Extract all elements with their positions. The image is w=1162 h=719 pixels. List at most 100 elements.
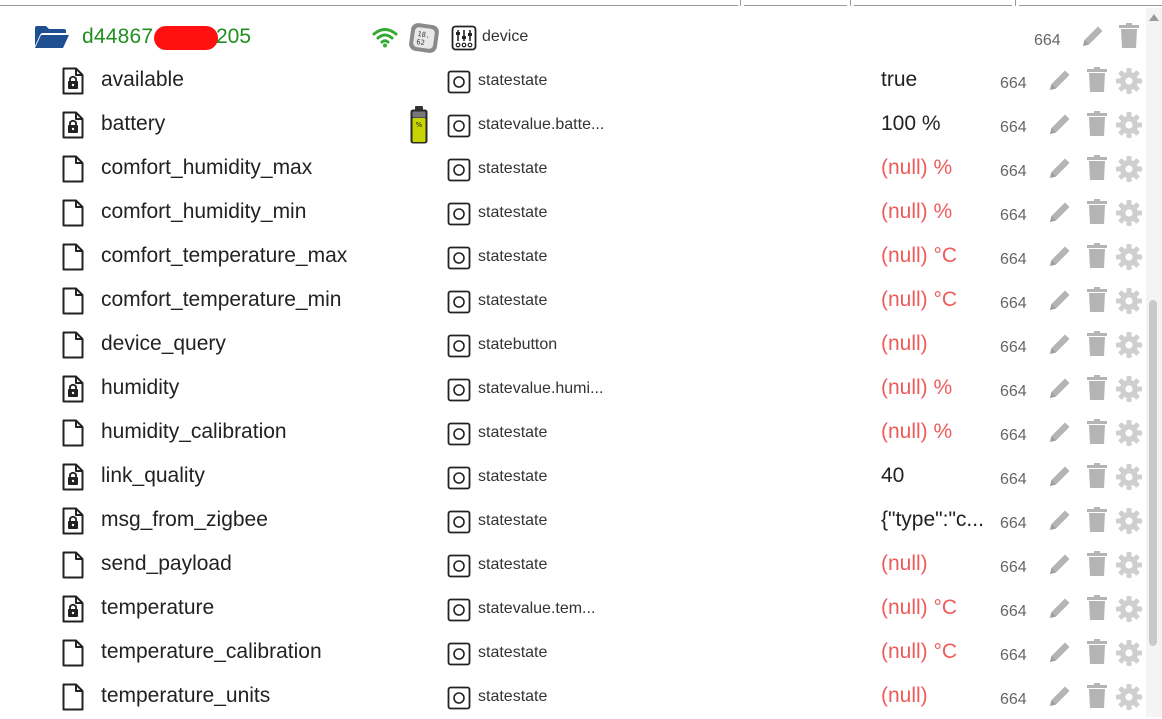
state-value[interactable]: (null) °C xyxy=(881,596,991,620)
state-row[interactable]: temperature statevalue.tem... (null) °C … xyxy=(0,587,1146,631)
trash-icon[interactable] xyxy=(1086,639,1108,670)
edit-icon[interactable] xyxy=(1047,595,1073,626)
trash-icon[interactable] xyxy=(1118,23,1140,54)
edit-icon[interactable] xyxy=(1047,639,1073,670)
scroll-up-arrow-icon[interactable] xyxy=(1149,14,1159,21)
state-name[interactable]: humidity_calibration xyxy=(101,420,287,444)
trash-icon[interactable] xyxy=(1086,507,1108,538)
trash-icon[interactable] xyxy=(1086,287,1108,318)
state-row[interactable]: temperature_calibration statestate (null… xyxy=(0,631,1146,675)
edit-icon[interactable] xyxy=(1047,551,1073,582)
gear-icon[interactable] xyxy=(1115,463,1143,496)
trash-icon[interactable] xyxy=(1086,595,1108,626)
state-name[interactable]: msg_from_zigbee xyxy=(101,508,268,532)
device-name-suffix[interactable]: 205 xyxy=(216,25,251,49)
edit-icon[interactable] xyxy=(1047,287,1073,318)
state-value[interactable]: (null) xyxy=(881,332,991,356)
state-name[interactable]: temperature xyxy=(101,596,214,620)
state-row[interactable]: comfort_humidity_max statestate (null) %… xyxy=(0,147,1146,191)
state-value[interactable]: (null) % xyxy=(881,420,991,444)
state-row[interactable]: link_quality statestate 40 664 xyxy=(0,455,1146,499)
edit-icon[interactable] xyxy=(1047,375,1073,406)
trash-icon[interactable] xyxy=(1086,155,1108,186)
trash-icon[interactable] xyxy=(1086,331,1108,362)
state-value[interactable]: (null) °C xyxy=(881,244,991,268)
trash-icon[interactable] xyxy=(1086,243,1108,274)
edit-icon[interactable] xyxy=(1047,67,1073,98)
trash-icon[interactable] xyxy=(1086,463,1108,494)
folder-open-icon[interactable] xyxy=(34,24,70,55)
edit-icon[interactable] xyxy=(1047,463,1073,494)
trash-icon[interactable] xyxy=(1086,551,1108,582)
edit-icon[interactable] xyxy=(1080,23,1106,54)
device-name-prefix[interactable]: d44867 xyxy=(82,25,153,49)
edit-icon[interactable] xyxy=(1047,199,1073,230)
state-row[interactable]: battery % statevalue.batte... 100 % 664 xyxy=(0,103,1146,147)
column-resize-handle[interactable] xyxy=(740,0,741,6)
state-name[interactable]: battery xyxy=(101,112,165,136)
gear-icon[interactable] xyxy=(1115,551,1143,584)
state-row[interactable]: comfort_temperature_max statestate (null… xyxy=(0,235,1146,279)
edit-icon[interactable] xyxy=(1047,155,1073,186)
trash-icon[interactable] xyxy=(1086,67,1108,98)
gear-icon[interactable] xyxy=(1115,243,1143,276)
state-name[interactable]: send_payload xyxy=(101,552,232,576)
trash-icon[interactable] xyxy=(1086,683,1108,714)
gear-icon[interactable] xyxy=(1115,375,1143,408)
state-row[interactable]: available statestate true 664 xyxy=(0,59,1146,103)
gear-icon[interactable] xyxy=(1115,507,1143,540)
gear-icon[interactable] xyxy=(1115,331,1143,364)
edit-icon[interactable] xyxy=(1047,507,1073,538)
gear-icon[interactable] xyxy=(1115,155,1143,188)
state-name[interactable]: link_quality xyxy=(101,464,205,488)
column-resize-handle[interactable] xyxy=(1015,0,1016,6)
gear-icon[interactable] xyxy=(1115,111,1143,144)
gear-icon[interactable] xyxy=(1115,199,1143,232)
trash-icon[interactable] xyxy=(1086,419,1108,450)
state-name[interactable]: comfort_humidity_max xyxy=(101,156,312,180)
gear-icon[interactable] xyxy=(1115,419,1143,452)
edit-icon[interactable] xyxy=(1047,683,1073,714)
state-name[interactable]: comfort_temperature_max xyxy=(101,244,347,268)
gear-icon[interactable] xyxy=(1115,639,1143,672)
gear-icon[interactable] xyxy=(1115,683,1143,716)
state-value[interactable]: (null) % xyxy=(881,376,991,400)
scrollbar-thumb[interactable] xyxy=(1149,300,1157,646)
state-name[interactable]: temperature_calibration xyxy=(101,640,322,664)
trash-icon[interactable] xyxy=(1086,111,1108,142)
state-name[interactable]: comfort_temperature_min xyxy=(101,288,341,312)
state-value[interactable]: 100 % xyxy=(881,112,991,136)
state-value[interactable]: (null) % xyxy=(881,200,991,224)
state-row[interactable]: temperature_units statestate (null) 664 xyxy=(0,675,1146,719)
gear-icon[interactable] xyxy=(1115,595,1143,628)
state-value[interactable]: (null) °C xyxy=(881,640,991,664)
column-resize-handle[interactable] xyxy=(850,0,851,6)
state-value[interactable]: 40 xyxy=(881,464,991,488)
state-value[interactable]: true xyxy=(881,68,991,92)
state-value[interactable]: (null) xyxy=(881,684,991,708)
state-row[interactable]: comfort_humidity_min statestate (null) %… xyxy=(0,191,1146,235)
trash-icon[interactable] xyxy=(1086,199,1108,230)
edit-icon[interactable] xyxy=(1047,419,1073,450)
device-row[interactable]: d44867 205 18. 62 device 664 xyxy=(0,15,1146,59)
state-row[interactable]: send_payload statestate (null) 664 xyxy=(0,543,1146,587)
state-value[interactable]: (null) % xyxy=(881,156,991,180)
state-name[interactable]: device_query xyxy=(101,332,226,356)
state-row[interactable]: device_query statebutton (null) 664 xyxy=(0,323,1146,367)
state-value[interactable]: {"type":"c... xyxy=(881,508,991,532)
state-row[interactable]: humidity_calibration statestate (null) %… xyxy=(0,411,1146,455)
edit-icon[interactable] xyxy=(1047,331,1073,362)
state-value[interactable]: (null) °C xyxy=(881,288,991,312)
state-name[interactable]: humidity xyxy=(101,376,179,400)
gear-icon[interactable] xyxy=(1115,287,1143,320)
edit-icon[interactable] xyxy=(1047,111,1073,142)
state-row[interactable]: comfort_temperature_min statestate (null… xyxy=(0,279,1146,323)
trash-icon[interactable] xyxy=(1086,375,1108,406)
gear-icon[interactable] xyxy=(1115,67,1143,100)
state-row[interactable]: humidity statevalue.humi... (null) % 664 xyxy=(0,367,1146,411)
state-name[interactable]: temperature_units xyxy=(101,684,270,708)
edit-icon[interactable] xyxy=(1047,243,1073,274)
state-name[interactable]: comfort_humidity_min xyxy=(101,200,306,224)
state-name[interactable]: available xyxy=(101,68,184,92)
state-row[interactable]: msg_from_zigbee statestate {"type":"c...… xyxy=(0,499,1146,543)
